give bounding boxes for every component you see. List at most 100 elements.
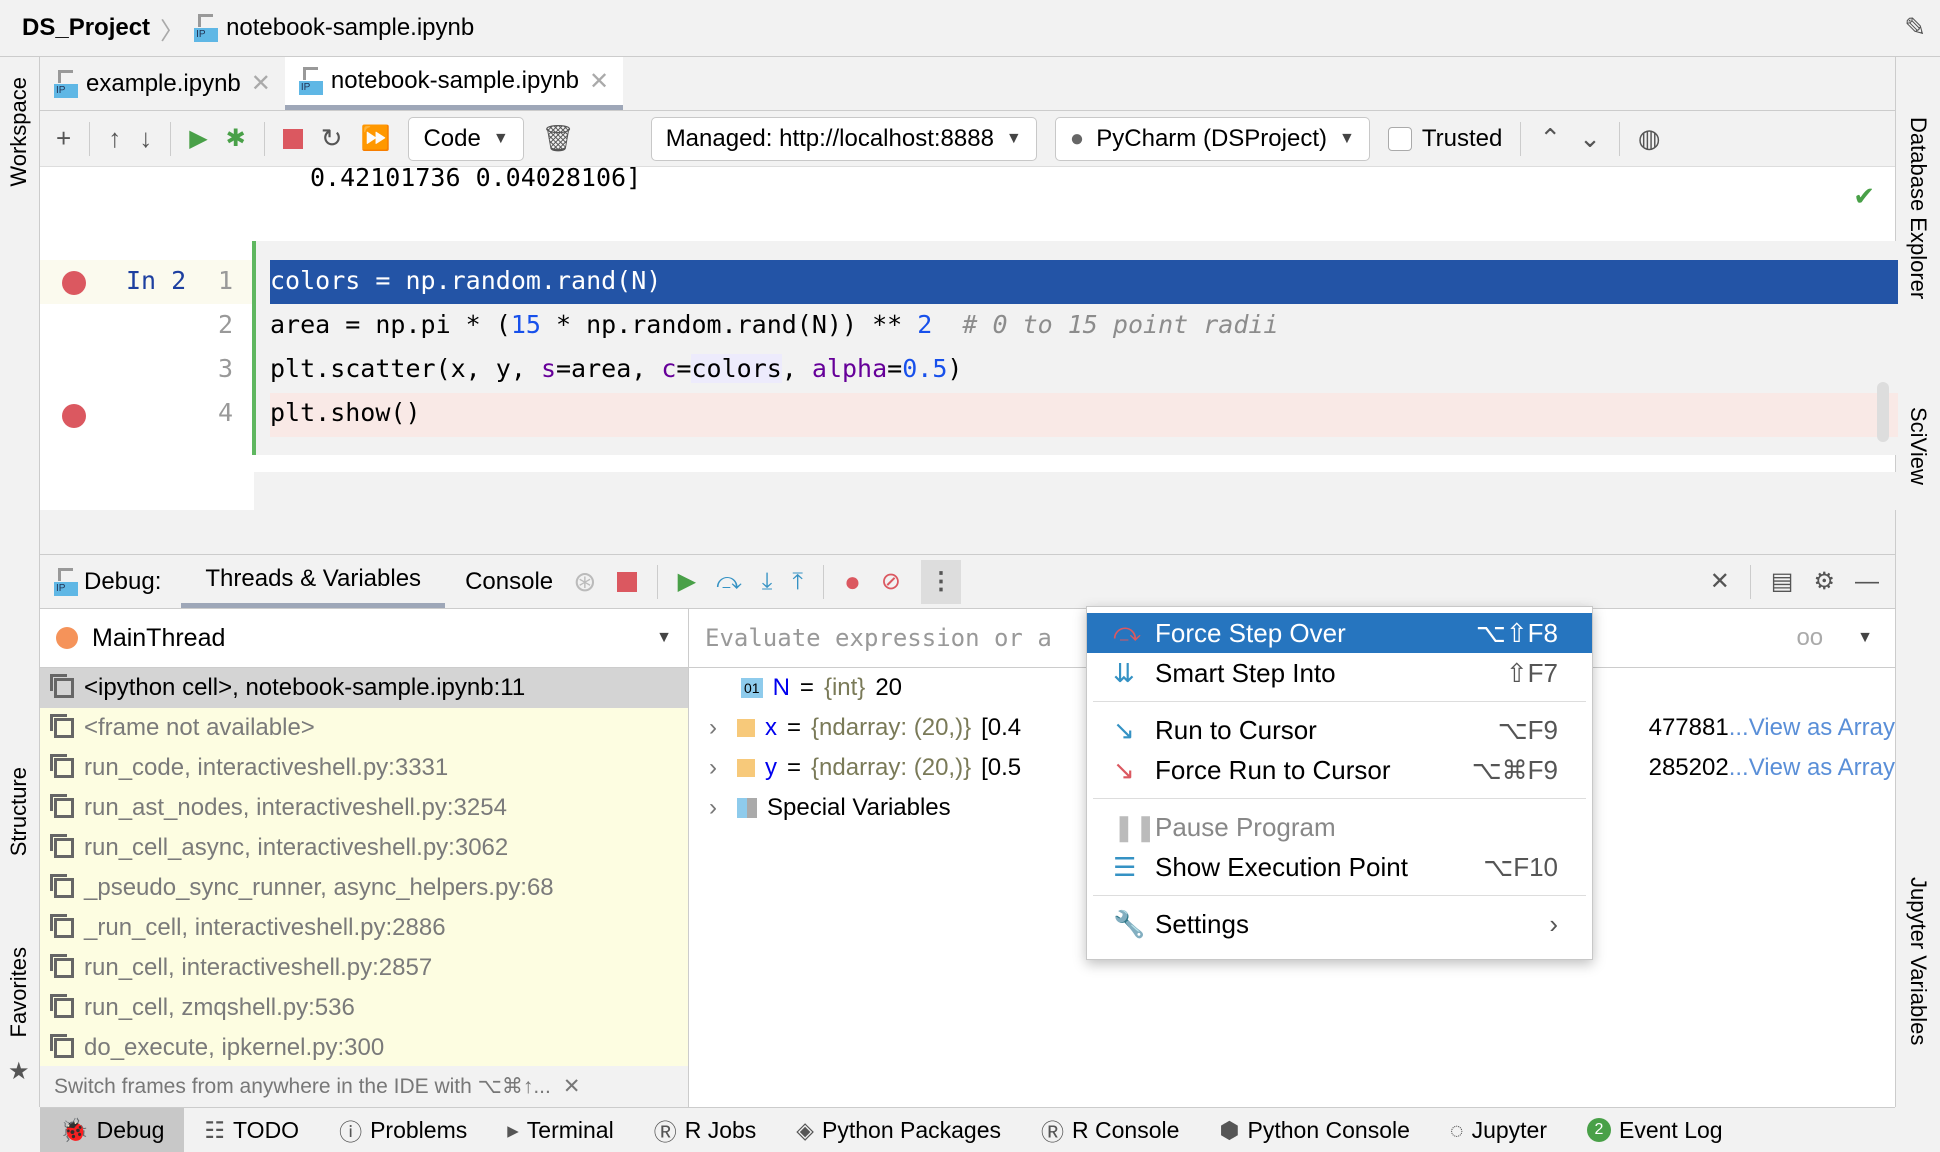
frame-label: do_execute, ipkernel.py:300 xyxy=(84,1034,385,1061)
structure-tool-button[interactable]: Structure xyxy=(6,767,32,856)
step-out-icon[interactable]: ⤒ xyxy=(792,568,803,596)
view-as-array-link[interactable]: ...View as Array xyxy=(1729,714,1895,742)
tab-console[interactable]: Console xyxy=(465,568,553,596)
minimize-icon[interactable]: — xyxy=(1855,568,1879,596)
frame-label: _pseudo_sync_runner, async_helpers.py:68 xyxy=(84,874,554,901)
frame-icon xyxy=(50,1034,74,1058)
close-icon[interactable]: ✕ xyxy=(251,69,271,98)
run-all-icon[interactable]: ⏩ xyxy=(361,124,391,153)
tab-notebook-sample[interactable]: notebook-sample.ipynb ✕ xyxy=(284,57,624,110)
step-over-icon[interactable]: ⤼ xyxy=(716,568,742,596)
view-as-array-link[interactable]: ...View as Array xyxy=(1729,754,1895,782)
frame-icon xyxy=(50,994,74,1018)
glasses-icon[interactable]: oo xyxy=(1796,624,1823,652)
menu-item-force-run-to-cursor[interactable]: ↘ Force Run to Cursor ⌥⌘F9 xyxy=(1087,750,1592,790)
checkbox-box[interactable] xyxy=(1387,126,1412,151)
next-cell[interactable] xyxy=(254,472,1898,510)
kernel-select[interactable]: ● PyCharm (DSProject) ▼ xyxy=(1054,116,1370,161)
stop-icon[interactable] xyxy=(616,571,637,592)
frame-icon xyxy=(50,914,74,938)
menu-item-settings[interactable]: 🔧 Settings › xyxy=(1087,904,1592,944)
gear-icon[interactable]: ⚙ xyxy=(1813,567,1835,596)
restart-icon[interactable]: ↻ xyxy=(321,123,343,154)
problems-icon: ⓘ xyxy=(339,1119,363,1145)
trusted-checkbox[interactable]: Trusted xyxy=(1387,125,1502,153)
line-number: 1 xyxy=(218,266,234,295)
stop-icon[interactable] xyxy=(282,128,303,149)
more-options-icon[interactable]: ⋮ xyxy=(920,559,961,604)
chevron-down-icon[interactable]: ⌄ xyxy=(1579,123,1601,154)
tool-window-python-console[interactable]: ⬢ Python Console xyxy=(1199,1108,1429,1152)
tab-threads-variables[interactable]: Threads & Variables xyxy=(181,555,446,608)
stack-frame[interactable]: run_ast_nodes, interactiveshell.py:3254 xyxy=(40,788,688,828)
int-icon: 01 xyxy=(741,678,763,698)
workspace-tool-button[interactable]: Workspace xyxy=(6,77,32,187)
jupyter-variables-button[interactable]: Jupyter Variables xyxy=(1905,877,1931,1045)
stack-frame[interactable]: <ipython cell>, notebook-sample.ipynb:11 xyxy=(40,668,688,708)
tool-window-todo[interactable]: ☷ TODO xyxy=(184,1108,319,1152)
expand-icon[interactable]: › xyxy=(709,754,717,782)
globe-icon[interactable]: ◍ xyxy=(1638,123,1661,154)
tool-window-r-jobs[interactable]: Ⓡ R Jobs xyxy=(634,1108,777,1152)
stack-frame[interactable]: run_cell_async, interactiveshell.py:3062 xyxy=(40,828,688,868)
code-line-3: plt.scatter(x, y, s=area, c=colors, alph… xyxy=(270,354,963,383)
tool-window-problems[interactable]: ⓘ Problems xyxy=(319,1108,487,1152)
trash-icon[interactable]: 🗑 xyxy=(542,123,575,154)
tab-example[interactable]: example.ipynb ✕ xyxy=(40,57,285,110)
sciview-button[interactable]: SciView xyxy=(1905,407,1931,485)
close-icon[interactable]: ✕ xyxy=(1710,567,1730,596)
layout-icon[interactable]: ▤ xyxy=(1771,567,1794,596)
database-explorer-button[interactable]: Database Explorer xyxy=(1905,117,1931,299)
run-cell-icon[interactable]: ▶ xyxy=(189,124,207,153)
stack-frame[interactable]: run_code, interactiveshell.py:3331 xyxy=(40,748,688,788)
editor-scrollbar[interactable] xyxy=(1877,382,1889,442)
stack-frame[interactable]: _pseudo_sync_runner, async_helpers.py:68 xyxy=(40,868,688,908)
frame-icon xyxy=(50,714,74,738)
star-icon: ★ xyxy=(8,1058,30,1085)
move-up-icon[interactable]: ↑ xyxy=(108,123,121,154)
more-options-menu: ⤼ Force Step Over ⌥⇧F8 ⇊ Smart Step Into ⇧F7… xyxy=(1086,606,1593,960)
view-breakpoints-icon[interactable]: ● xyxy=(844,566,861,598)
tool-window-event-log[interactable]: 2 Event Log xyxy=(1567,1108,1743,1152)
add-cell-icon[interactable]: + xyxy=(56,123,71,154)
notebook-file-icon xyxy=(194,14,219,42)
tool-window-python-packages[interactable]: ◈ Python Packages xyxy=(776,1108,1021,1152)
stack-frame[interactable]: run_cell, zmqshell.py:536 xyxy=(40,988,688,1028)
resume-icon[interactable]: ▶ xyxy=(678,567,696,596)
stack-frame[interactable]: _run_cell, interactiveshell.py:2886 xyxy=(40,908,688,948)
tool-window-debug[interactable]: 🐞 Debug xyxy=(40,1108,185,1152)
debug-cell-icon[interactable]: ✱ xyxy=(226,124,246,153)
chevron-up-icon[interactable]: ⌃ xyxy=(1539,123,1561,154)
cell-selected-bar xyxy=(252,241,256,455)
tool-window-r-console[interactable]: Ⓡ R Console xyxy=(1021,1108,1199,1152)
step-into-icon[interactable]: ⤓ xyxy=(762,568,773,596)
tool-window-jupyter[interactable]: ◌ Jupyter xyxy=(1430,1108,1567,1152)
stack-frame[interactable]: <frame not available> xyxy=(40,708,688,748)
breakpoint-icon[interactable] xyxy=(62,404,86,428)
breadcrumb-project[interactable]: DS_Project xyxy=(22,14,150,42)
breakpoint-icon[interactable] xyxy=(62,271,86,295)
stack-frame[interactable]: do_execute, ipkernel.py:300 xyxy=(40,1028,688,1068)
stack-frame[interactable]: run_cell, interactiveshell.py:2857 xyxy=(40,948,688,988)
expand-icon[interactable]: › xyxy=(709,714,717,742)
tool-window-label: Event Log xyxy=(1619,1116,1723,1143)
menu-item-force-step-over[interactable]: ⤼ Force Step Over ⌥⇧F8 xyxy=(1087,613,1592,653)
close-icon[interactable]: ✕ xyxy=(563,1074,581,1099)
menu-item-smart-step-into[interactable]: ⇊ Smart Step Into ⇧F7 xyxy=(1087,653,1592,693)
chevron-down-icon[interactable]: ▼ xyxy=(1857,629,1873,647)
edit-icon[interactable]: ✎ xyxy=(1904,12,1926,43)
menu-item-run-to-cursor[interactable]: ↘ Run to Cursor ⌥F9 xyxy=(1087,710,1592,750)
breadcrumb-file[interactable]: notebook-sample.ipynb xyxy=(226,14,474,42)
mute-breakpoints-icon[interactable]: ⊘ xyxy=(881,567,901,596)
cell-type-select[interactable]: Code ▼ xyxy=(408,116,524,161)
expand-icon[interactable]: › xyxy=(709,794,717,822)
thread-select[interactable]: MainThread ▼ xyxy=(40,609,688,668)
server-select[interactable]: Managed: http://localhost:8888 ▼ xyxy=(650,116,1037,161)
mute-icon[interactable]: ⊛ xyxy=(573,565,596,598)
favorites-tool-button[interactable]: Favorites xyxy=(6,947,32,1037)
move-down-icon[interactable]: ↓ xyxy=(139,123,152,154)
close-icon[interactable]: ✕ xyxy=(589,67,609,96)
notebook-editor[interactable]: 0.42101736 0.04028106] ✔ In 2 1 2 3 4 co… xyxy=(40,163,1898,510)
tool-window-terminal[interactable]: ▸ Terminal xyxy=(487,1108,633,1152)
menu-item-show-execution-point[interactable]: ☰ Show Execution Point ⌥F10 xyxy=(1087,847,1592,887)
